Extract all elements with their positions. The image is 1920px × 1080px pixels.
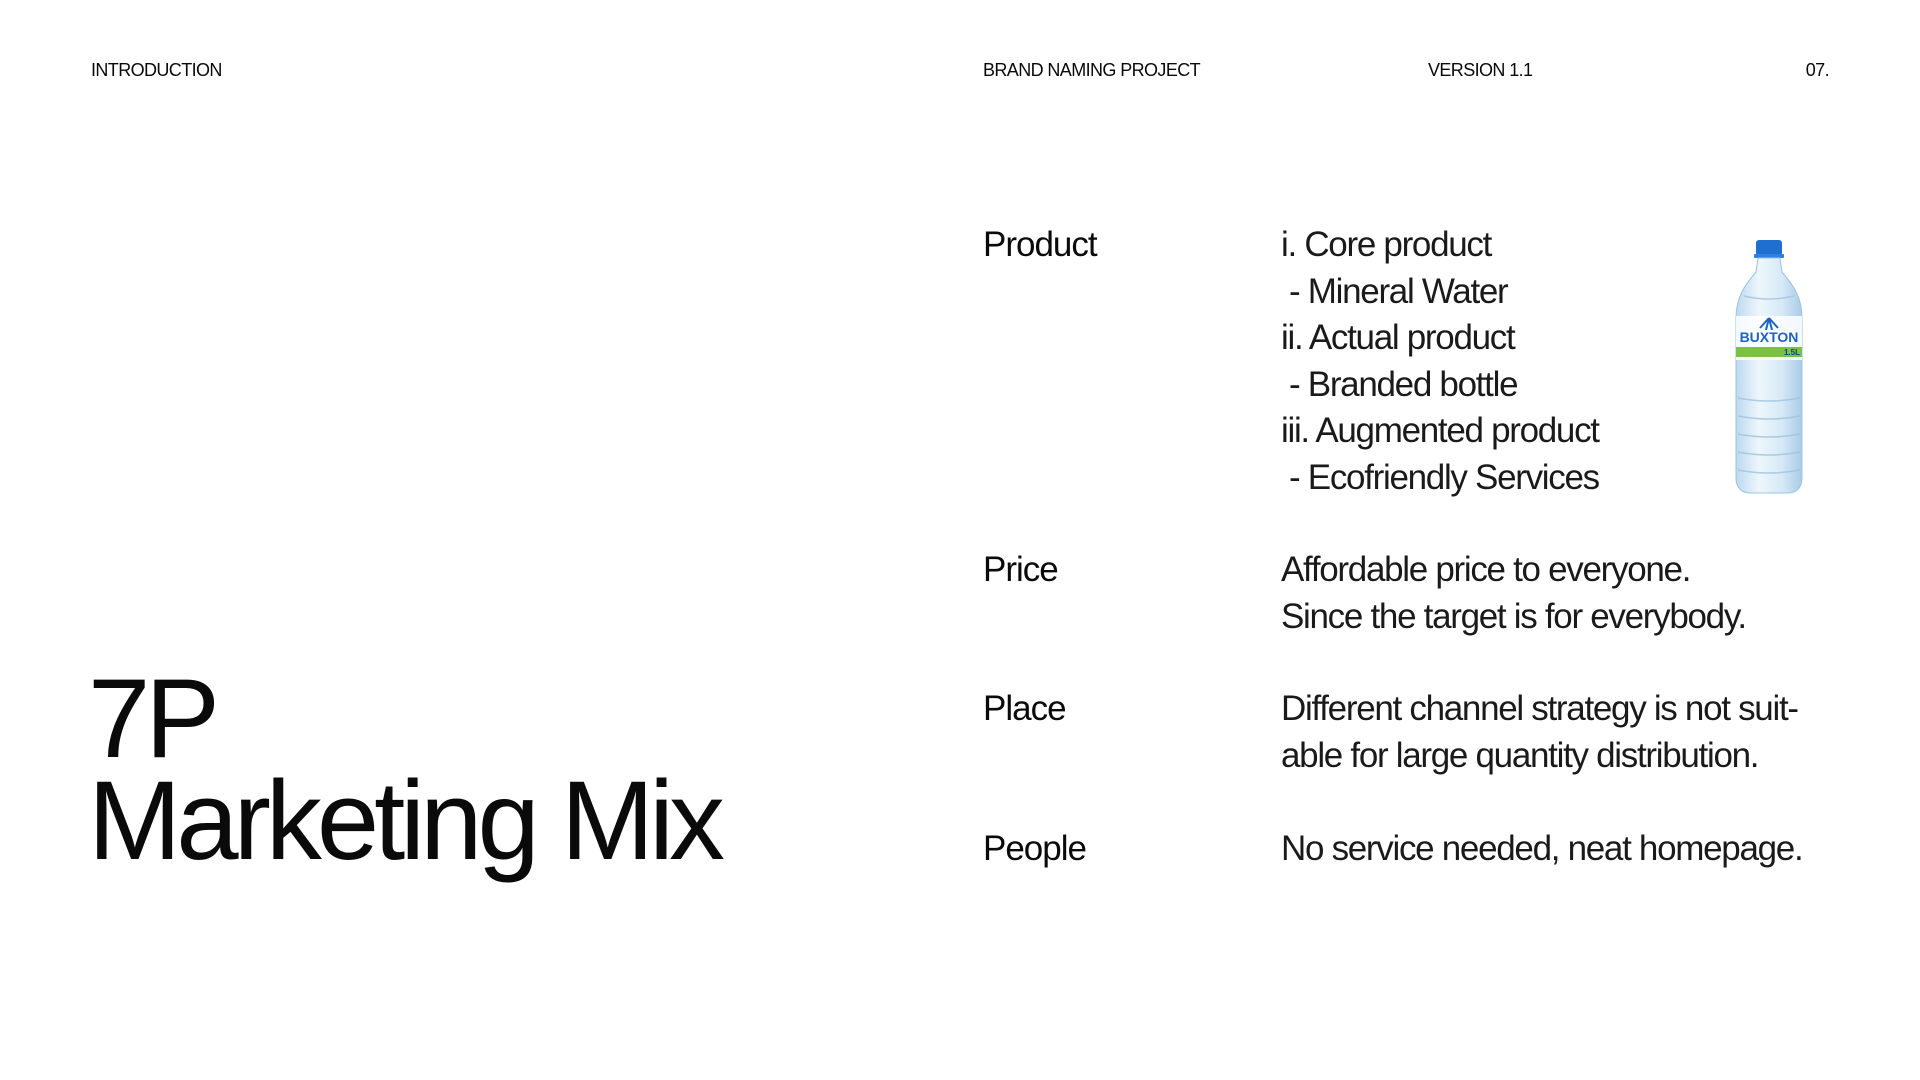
bottle-cap [1754, 240, 1784, 258]
mix-body-product: i. Core product - Mineral Water ii. Actu… [1281, 222, 1600, 501]
place-line: Different channel strategy is not suit- [1281, 689, 1799, 728]
bottle-brand-text: BUXTON [1740, 329, 1799, 345]
bottle-label: BUXTON 1.5L [1736, 316, 1802, 360]
mix-label-price: Price [983, 550, 1059, 589]
version-label: VERSION 1.1 [1428, 60, 1533, 80]
product-line: - Ecofriendly Services [1289, 457, 1600, 497]
slide: INTRODUCTION BRAND NAMING PROJECT VERSIO… [0, 0, 1920, 1080]
page-number: 07. [1805, 60, 1830, 80]
product-line: iii. Augmented product [1281, 411, 1600, 450]
price-line: Affordable price to everyone. [1281, 550, 1691, 589]
section-label: INTRODUCTION [91, 60, 222, 80]
page-title: 7P Marketing Mix [88, 656, 725, 883]
product-line: - Mineral Water [1289, 271, 1509, 311]
mix-label-product: Product [983, 225, 1098, 264]
bottle-body [1735, 257, 1803, 494]
water-bottle-image: BUXTON 1.5L [1735, 240, 1803, 494]
title-line-1: 7P [88, 656, 220, 781]
mix-body-people: No service needed, neat homepage. [1281, 826, 1804, 873]
product-line: i. Core product [1281, 225, 1492, 264]
project-name: BRAND NAMING PROJECT [983, 60, 1201, 80]
title-line-2: Marketing Mix [88, 758, 725, 883]
product-line: ii. Actual product [1281, 318, 1516, 357]
mix-label-people: People [983, 829, 1087, 868]
place-line: able for large quantity distribution. [1281, 735, 1760, 775]
product-line: - Branded bottle [1289, 364, 1519, 404]
mix-body-price: Affordable price to everyone. Since the … [1281, 547, 1747, 640]
people-line: No service needed, neat homepage. [1281, 829, 1804, 868]
mix-label-place: Place [983, 689, 1067, 728]
price-line: Since the target is for everybody. [1281, 596, 1747, 636]
bottle-volume-text: 1.5L [1784, 348, 1800, 357]
mix-body-place: Different channel strategy is not suit- … [1281, 686, 1799, 779]
